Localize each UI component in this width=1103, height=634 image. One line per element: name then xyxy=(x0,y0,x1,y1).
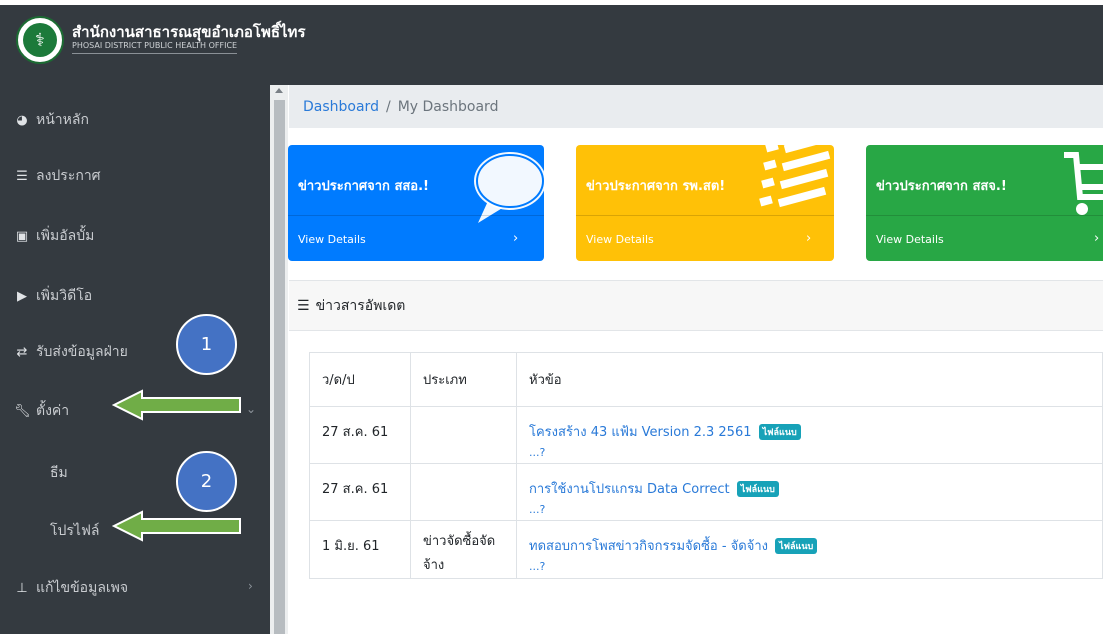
top-strip xyxy=(0,0,1103,5)
news-header-title: ข่าวสารอัพเดต xyxy=(315,297,406,314)
view-details-link[interactable]: View Details xyxy=(586,233,654,246)
row-date: 27 ส.ค. 61 xyxy=(309,406,411,464)
chevron-right-icon[interactable]: › xyxy=(1094,231,1099,246)
row-type: ข่าวจัดซื้อจัดจ้าง xyxy=(410,520,517,579)
brand-subtitle: PHOSAI DISTRICT PUBLIC HEALTH OFFICE xyxy=(72,41,238,54)
sidebar-item-label: ธีม xyxy=(50,465,68,481)
card-district-news[interactable]: ข่าวประกาศจาก สสอ.! View Details › xyxy=(288,145,544,261)
table-row: 1 มิ.ย. 61 ข่าวจัดซื้อจัดจ้าง ทดสอบการโพ… xyxy=(309,520,1103,579)
sidebar-item-label: รับส่งข้อมูลฝ่าย xyxy=(36,344,128,360)
scroll-up-arrow-icon[interactable] xyxy=(275,88,283,93)
column-header-title: หัวข้อ xyxy=(516,352,1103,407)
news-title-link[interactable]: การใช้งานโปรแกรม Data Correct xyxy=(529,482,730,497)
attachment-badge: ไฟล์แนบ xyxy=(736,481,779,497)
sidebar-item-add-album[interactable]: ▣ เพิ่มอัลบั้ม xyxy=(14,225,95,247)
view-details-link[interactable]: View Details xyxy=(298,233,366,246)
sidebar-item-label: หน้าหลัก xyxy=(36,112,89,128)
breadcrumb: Dashboard / My Dashboard xyxy=(289,85,1103,128)
annotation-arrow-profile xyxy=(112,510,241,542)
column-header-date: ว/ด/ป xyxy=(309,352,411,407)
news-title-link[interactable]: ทดสอบการโพสข่าวกิจกรรมจัดซื้อ - จัดจ้าง xyxy=(529,539,768,554)
chevron-right-icon[interactable]: › xyxy=(806,231,811,246)
video-icon: ▶ xyxy=(17,288,27,304)
column-header-type: ประเภท xyxy=(410,352,517,407)
table-header-row: ว/ด/ป ประเภท หัวข้อ xyxy=(309,352,1103,407)
shopping-cart-icon xyxy=(1064,152,1103,215)
read-more-link[interactable]: ...? xyxy=(529,560,1090,573)
wrench-icon: 🔧︎ xyxy=(14,403,31,419)
read-more-link[interactable]: ...? xyxy=(529,503,1090,516)
card-title: ข่าวประกาศจาก สสจ.! xyxy=(876,179,1007,194)
news-table: ว/ด/ป ประเภท หัวข้อ 27 ส.ค. 61 โครงสร้าง… xyxy=(309,352,1103,579)
sidebar-subitem-profile[interactable]: โปรไฟล์ xyxy=(50,520,99,542)
table-row: 27 ส.ค. 61 การใช้งานโปรแกรม Data Correct… xyxy=(309,463,1103,521)
exchange-icon: ⇄ xyxy=(16,344,28,360)
read-more-link[interactable]: ...? xyxy=(529,446,1090,459)
sidebar-item-label: ลงประกาศ xyxy=(36,168,101,184)
sidebar-item-settings[interactable]: 🔧︎ ตั้งค่า xyxy=(14,400,69,422)
breadcrumb-separator: / xyxy=(385,98,391,115)
list-icon: ☰ xyxy=(16,168,28,184)
annotation-arrow-settings xyxy=(112,389,241,421)
sidebar-item-label: แก้ไขข้อมูลเพจ xyxy=(36,580,129,596)
news-title-link[interactable]: โครงสร้าง 43 แฟ้ม Version 2.3 2561 xyxy=(529,425,752,440)
news-card-header: ☰ ข่าวสารอัพเดต xyxy=(289,280,1103,331)
chevron-down-icon[interactable]: ⌄ xyxy=(246,402,256,416)
sidebar-item-label: โปรไฟล์ xyxy=(50,523,100,539)
breadcrumb-current: My Dashboard xyxy=(397,98,499,115)
sidebar-item-data-exchange[interactable]: ⇄ รับส่งข้อมูลฝ่าย xyxy=(14,341,128,363)
sidebar-subitem-theme[interactable]: ธีม xyxy=(50,462,68,484)
sidebar-item-add-video[interactable]: ▶ เพิ่มวิดีโอ xyxy=(14,285,92,307)
card-provincial-news[interactable]: ข่าวประกาศจาก สสจ.! View Details › xyxy=(866,145,1103,261)
row-date: 27 ส.ค. 61 xyxy=(309,463,411,521)
annotation-step-2-badge: 2 xyxy=(176,451,237,512)
sitemap-icon: ⊥ xyxy=(16,580,28,596)
dashboard-icon: ◕ xyxy=(16,112,28,128)
sidebar-item-home[interactable]: ◕ หน้าหลัก xyxy=(14,109,89,131)
view-details-link[interactable]: View Details xyxy=(876,233,944,246)
scrollbar-thumb[interactable] xyxy=(274,100,285,634)
sidebar-item-edit-page[interactable]: ⊥ แก้ไขข้อมูลเพจ xyxy=(14,577,128,599)
card-footer[interactable]: View Details › xyxy=(866,215,1103,261)
sidebar-item-announce[interactable]: ☰ ลงประกาศ xyxy=(14,165,101,187)
sidebar-item-label: เพิ่มอัลบั้ม xyxy=(36,228,95,244)
table-row: 27 ส.ค. 61 โครงสร้าง 43 แฟ้ม Version 2.3… xyxy=(309,406,1103,464)
row-type xyxy=(410,463,517,521)
attachment-badge: ไฟล์แนบ xyxy=(775,538,818,554)
sidebar-item-label: ตั้งค่า xyxy=(36,403,70,419)
bars-icon: ☰ xyxy=(297,297,310,314)
row-date: 1 มิ.ย. 61 xyxy=(309,520,411,579)
chevron-right-icon[interactable]: › xyxy=(248,579,253,593)
breadcrumb-dashboard-link[interactable]: Dashboard xyxy=(303,99,379,115)
card-title: ข่าวประกาศจาก สสอ.! xyxy=(298,179,429,194)
row-title-cell: ทดสอบการโพสข่าวกิจกรรมจัดซื้อ - จัดจ้าง … xyxy=(516,520,1103,579)
annotation-step-1-badge: 1 xyxy=(176,314,237,375)
health-office-seal-icon[interactable]: ⚕ xyxy=(16,16,64,64)
card-title: ข่าวประกาศจาก รพ.สต! xyxy=(586,179,726,194)
attachment-badge: ไฟล์แนบ xyxy=(758,424,801,440)
card-footer[interactable]: View Details › xyxy=(288,215,544,261)
image-icon: ▣ xyxy=(15,228,29,244)
card-footer[interactable]: View Details › xyxy=(576,215,834,261)
row-title-cell: การใช้งานโปรแกรม Data Correct ไฟล์แนบ ..… xyxy=(516,463,1103,521)
list-icon xyxy=(759,145,833,208)
caduceus-icon: ⚕ xyxy=(23,23,57,57)
row-title-cell: โครงสร้าง 43 แฟ้ม Version 2.3 2561 ไฟล์แ… xyxy=(516,406,1103,464)
card-hospital-news[interactable]: ข่าวประกาศจาก รพ.สต! View Details › xyxy=(576,145,834,261)
row-type xyxy=(410,406,517,464)
sidebar-item-label: เพิ่มวิดีโอ xyxy=(36,288,93,304)
chevron-right-icon[interactable]: › xyxy=(513,231,518,246)
